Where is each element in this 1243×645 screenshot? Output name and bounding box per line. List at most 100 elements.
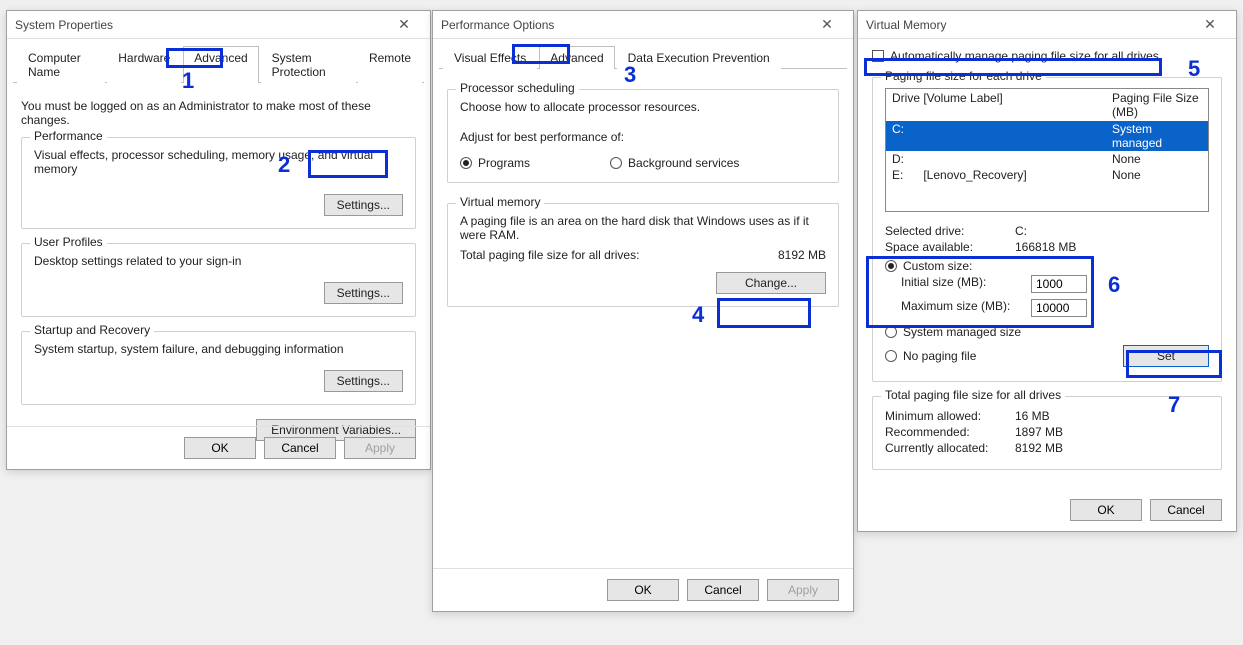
min-allowed-value: 16 MB — [1015, 409, 1050, 423]
performance-settings-button[interactable]: Settings... — [324, 194, 403, 216]
title-text: Virtual Memory — [866, 18, 1190, 32]
drive-row[interactable]: C:System managed — [886, 121, 1208, 151]
close-icon[interactable]: ✕ — [1190, 16, 1230, 33]
totals-legend: Total paging file size for all drives — [881, 388, 1065, 402]
startup-recovery-legend: Startup and Recovery — [30, 323, 154, 337]
tab-dep[interactable]: Data Execution Prevention — [617, 46, 781, 69]
performance-legend: Performance — [30, 129, 107, 143]
auto-manage-label: Automatically manage paging file size fo… — [890, 49, 1159, 63]
close-icon[interactable]: ✕ — [384, 16, 424, 33]
titlebar: Performance Options ✕ — [433, 11, 853, 39]
initial-size-label: Initial size (MB): — [901, 275, 1031, 293]
selected-drive-value: C: — [1015, 224, 1027, 238]
apply-button[interactable]: Apply — [767, 579, 839, 601]
drive-size: None — [1112, 168, 1202, 182]
radio-bg-label: Background services — [628, 156, 739, 170]
procsched-line2: Adjust for best performance of: — [460, 130, 826, 144]
startup-recovery-group: Startup and Recovery System startup, sys… — [21, 331, 416, 405]
vmem-desc: A paging file is an area on the hard dis… — [460, 214, 820, 242]
max-size-label: Maximum size (MB): — [901, 299, 1031, 317]
startup-recovery-settings-button[interactable]: Settings... — [324, 370, 403, 392]
totals-group: Total paging file size for all drives Mi… — [872, 396, 1222, 470]
radio-icon — [610, 157, 622, 169]
tab-computer-name[interactable]: Computer Name — [17, 46, 105, 83]
drive-row[interactable]: E: [Lenovo_Recovery]None — [886, 167, 1208, 183]
current-allocated-label: Currently allocated: — [885, 441, 1015, 455]
drive-row[interactable]: D:None — [886, 151, 1208, 167]
cancel-button[interactable]: Cancel — [264, 437, 336, 459]
radio-no-paging-label: No paging file — [903, 349, 976, 363]
tab-remote[interactable]: Remote — [358, 46, 422, 83]
tab-hardware[interactable]: Hardware — [107, 46, 181, 83]
titlebar: System Properties ✕ — [7, 11, 430, 39]
paging-file-legend: Paging file size for each drive — [881, 69, 1046, 83]
tabs: Visual Effects Advanced Data Execution P… — [439, 45, 847, 69]
cancel-button[interactable]: Cancel — [687, 579, 759, 601]
radio-custom-size[interactable]: Custom size: — [885, 259, 972, 273]
radio-system-managed-label: System managed size — [903, 325, 1021, 339]
checkbox-icon — [872, 50, 884, 62]
vmem-total-value: 8192 MB — [778, 248, 826, 262]
radio-programs[interactable]: Programs — [460, 156, 530, 170]
virtual-memory-group: Virtual memory A paging file is an area … — [447, 203, 839, 307]
processor-scheduling-group: Processor scheduling Choose how to alloc… — [447, 89, 839, 183]
processor-scheduling-legend: Processor scheduling — [456, 81, 579, 95]
user-profiles-desc: Desktop settings related to your sign-in — [34, 254, 403, 268]
ok-button[interactable]: OK — [184, 437, 256, 459]
col-drive: Drive [Volume Label] — [892, 91, 1112, 119]
system-properties-dialog: System Properties ✕ Computer Name Hardwa… — [6, 10, 431, 470]
virtual-memory-legend: Virtual memory — [456, 195, 544, 209]
title-text: System Properties — [15, 18, 384, 32]
drive-label: D: — [892, 152, 1112, 166]
set-button[interactable]: Set — [1123, 345, 1209, 367]
radio-icon — [885, 260, 897, 272]
change-button[interactable]: Change... — [716, 272, 826, 294]
user-profiles-group: User Profiles Desktop settings related t… — [21, 243, 416, 317]
virtual-memory-dialog: Virtual Memory ✕ Automatically manage pa… — [857, 10, 1237, 532]
recommended-label: Recommended: — [885, 425, 1015, 439]
performance-desc: Visual effects, processor scheduling, me… — [34, 148, 403, 176]
radio-icon — [885, 350, 897, 362]
radio-icon — [885, 326, 897, 338]
tab-advanced[interactable]: Advanced — [539, 46, 614, 69]
tab-visual-effects[interactable]: Visual Effects — [443, 46, 537, 69]
performance-options-dialog: Performance Options ✕ Visual Effects Adv… — [432, 10, 854, 612]
user-profiles-settings-button[interactable]: Settings... — [324, 282, 403, 304]
tabs: Computer Name Hardware Advanced System P… — [13, 45, 424, 83]
performance-group: Performance Visual effects, processor sc… — [21, 137, 416, 229]
radio-system-managed[interactable]: System managed size — [885, 325, 1021, 339]
auto-manage-checkbox[interactable]: Automatically manage paging file size fo… — [872, 49, 1159, 63]
close-icon[interactable]: ✕ — [807, 16, 847, 33]
max-size-input[interactable] — [1031, 299, 1087, 317]
radio-icon — [460, 157, 472, 169]
apply-button[interactable]: Apply — [344, 437, 416, 459]
space-available-label: Space available: — [885, 240, 1015, 254]
min-allowed-label: Minimum allowed: — [885, 409, 1015, 423]
drive-label: E: [Lenovo_Recovery] — [892, 168, 1112, 182]
tab-system-protection[interactable]: System Protection — [261, 46, 356, 83]
initial-size-input[interactable] — [1031, 275, 1087, 293]
radio-no-paging[interactable]: No paging file — [885, 349, 1123, 363]
drive-size: System managed — [1112, 122, 1202, 150]
titlebar: Virtual Memory ✕ — [858, 11, 1236, 39]
current-allocated-value: 8192 MB — [1015, 441, 1063, 455]
radio-custom-size-label: Custom size: — [903, 259, 972, 273]
drive-list[interactable]: Drive [Volume Label] Paging File Size (M… — [885, 88, 1209, 212]
title-text: Performance Options — [441, 18, 807, 32]
recommended-value: 1897 MB — [1015, 425, 1063, 439]
vmem-total-label: Total paging file size for all drives: — [460, 248, 778, 262]
selected-drive-label: Selected drive: — [885, 224, 1015, 238]
drive-size: None — [1112, 152, 1202, 166]
drive-label: C: — [892, 122, 1112, 150]
tab-advanced[interactable]: Advanced — [183, 46, 258, 83]
drive-list-header: Drive [Volume Label] Paging File Size (M… — [886, 89, 1208, 121]
user-profiles-legend: User Profiles — [30, 235, 107, 249]
cancel-button[interactable]: Cancel — [1150, 499, 1222, 521]
radio-background-services[interactable]: Background services — [610, 156, 739, 170]
radio-programs-label: Programs — [478, 156, 530, 170]
ok-button[interactable]: OK — [607, 579, 679, 601]
procsched-line1: Choose how to allocate processor resourc… — [460, 100, 826, 114]
space-available-value: 166818 MB — [1015, 240, 1076, 254]
ok-button[interactable]: OK — [1070, 499, 1142, 521]
col-size: Paging File Size (MB) — [1112, 91, 1202, 119]
